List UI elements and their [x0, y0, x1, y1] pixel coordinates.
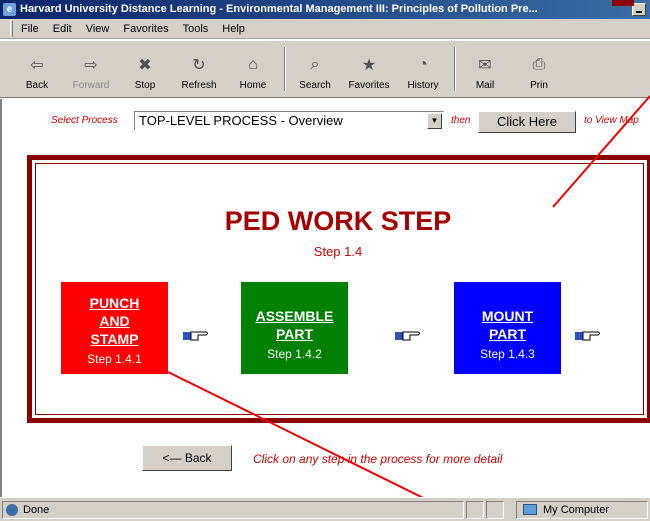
process-selector-row: Select Process TOP-LEVEL PROCESS - Overv…: [2, 108, 650, 134]
menu-grip: [10, 20, 13, 37]
toolbar-separator: [454, 47, 456, 91]
minimize-button[interactable]: [632, 3, 646, 16]
step-mount-part[interactable]: MOUNT PART Step 1.4.3: [454, 282, 561, 374]
security-zone-cell: My Computer: [516, 501, 648, 519]
status-text: Done: [23, 504, 50, 516]
favorites-icon: ★: [361, 57, 377, 74]
menu-file[interactable]: File: [21, 23, 39, 35]
pointing-hand-icon: [395, 331, 420, 341]
click-here-button[interactable]: Click Here: [478, 111, 576, 133]
hint-text: Click on any step in the process for mor…: [253, 452, 503, 466]
pointing-hand-icon: [183, 331, 208, 341]
print-icon: ⎙: [532, 56, 546, 73]
forward-button[interactable]: ⇨ Forward: [68, 41, 114, 95]
mail-icon: ✉: [478, 57, 492, 74]
search-icon: ⌕: [310, 56, 320, 73]
status-panel: [466, 501, 484, 519]
back-button[interactable]: ⇦ Back: [14, 41, 60, 95]
menu-bar: File Edit View Favorites Tools Help: [0, 19, 650, 39]
view-map-label: to View Map: [584, 115, 639, 126]
search-button[interactable]: ⌕ Search: [292, 41, 338, 95]
home-icon: ⌂: [248, 56, 258, 73]
select-process-label: Select Process: [51, 115, 118, 126]
step-assemble-part[interactable]: ASSEMBLE PART Step 1.4.2: [241, 282, 348, 374]
mail-button[interactable]: ✉ Mail: [462, 41, 508, 95]
toolbar: ⇦ Back ⇨ Forward ✖ Stop ↻ Refresh ⌂ Home…: [0, 40, 650, 98]
security-zone-text: My Computer: [543, 504, 610, 516]
page-step-number: Step 1.4: [313, 244, 363, 259]
refresh-button[interactable]: ↻ Refresh: [176, 41, 222, 95]
process-select[interactable]: TOP-LEVEL PROCESS - Overview ▼: [134, 111, 444, 131]
then-label: then: [451, 115, 471, 126]
ie-icon: e: [3, 3, 16, 16]
history-button[interactable]: ◔ History: [400, 41, 446, 95]
page-done-icon: [6, 504, 18, 516]
status-bar: Done My Computer: [0, 497, 650, 521]
menu-help[interactable]: Help: [222, 23, 245, 35]
status-panel: [486, 501, 504, 519]
computer-icon: [523, 504, 537, 515]
step-punch-and-stamp[interactable]: PUNCH AND STAMP Step 1.4.1: [61, 282, 168, 374]
menu-edit[interactable]: Edit: [53, 23, 72, 35]
status-text-cell: Done: [2, 501, 464, 519]
forward-arrow-icon: ⇨: [84, 57, 98, 74]
window-title-bar: e Harvard University Distance Learning -…: [0, 0, 650, 19]
favorites-button[interactable]: ★ Favorites: [346, 41, 392, 95]
back-page-button[interactable]: <— Back: [142, 445, 232, 471]
window-title: Harvard University Distance Learning - E…: [20, 3, 538, 15]
stop-button[interactable]: ✖ Stop: [122, 41, 168, 95]
process-select-value: TOP-LEVEL PROCESS - Overview: [139, 113, 343, 128]
dropdown-arrow-icon[interactable]: ▼: [427, 113, 442, 129]
process-frame: PED WORK STEP Step 1.4 PUNCH AND STAMP S…: [27, 155, 650, 423]
refresh-icon: ↻: [192, 57, 206, 74]
home-button[interactable]: ⌂ Home: [230, 41, 276, 95]
stop-icon: ✖: [138, 57, 152, 74]
print-button[interactable]: ⎙ Prin: [516, 41, 562, 95]
pointing-hand-icon: [575, 331, 600, 341]
toolbar-separator: [284, 47, 286, 91]
history-icon: ◔: [418, 56, 428, 73]
menu-favorites[interactable]: Favorites: [123, 23, 168, 35]
menu-tools[interactable]: Tools: [183, 23, 209, 35]
page-title: PED WORK STEP: [224, 206, 452, 236]
menu-view[interactable]: View: [86, 23, 110, 35]
back-arrow-icon: ⇦: [30, 57, 44, 74]
